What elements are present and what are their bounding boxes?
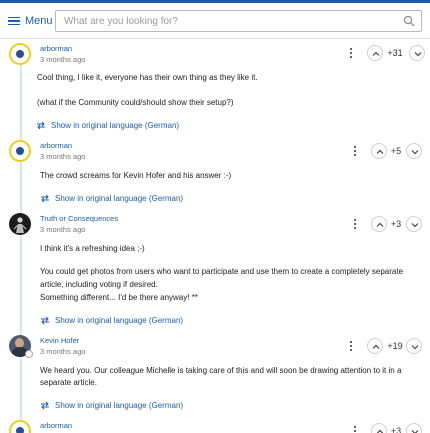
translate-swap-icon: [37, 121, 45, 130]
comment-author[interactable]: Kevin Hofer: [40, 336, 79, 345]
chevron-up-icon: [372, 51, 380, 56]
more-options-icon[interactable]: [350, 144, 360, 158]
show-original-label: Show in original language (German): [55, 194, 184, 203]
comment-text: We heard you. Our colleague Michelle is …: [40, 366, 402, 375]
show-original-link[interactable]: Show in original language (German): [40, 316, 183, 325]
comment-time: 3 months ago: [40, 347, 86, 356]
more-options-icon[interactable]: [350, 217, 360, 231]
downvote-button[interactable]: [406, 143, 422, 159]
downvote-button[interactable]: [406, 423, 422, 433]
chevron-down-icon: [411, 345, 419, 350]
avatar[interactable]: [9, 140, 31, 162]
vote-score: +19: [387, 341, 403, 351]
chevron-down-icon: [411, 150, 419, 155]
comment-time: 3 months ago: [40, 225, 86, 234]
comment-author[interactable]: arborman: [40, 44, 72, 53]
show-original-link[interactable]: Show in original language (German): [40, 401, 183, 410]
chevron-up-icon: [372, 344, 380, 349]
search-icon[interactable]: [403, 15, 415, 27]
comment-author[interactable]: arborman: [40, 141, 72, 150]
comment-text: Something different... I'd be there anyw…: [40, 293, 198, 302]
show-original-label: Show in original language (German): [51, 121, 180, 130]
show-original-link[interactable]: Show in original language (German): [36, 121, 179, 130]
chevron-down-icon: [411, 430, 419, 433]
header-bar: Menu: [0, 3, 430, 39]
more-options-icon[interactable]: [346, 46, 356, 60]
comment-time: 3 months ago: [40, 152, 86, 161]
comment-text: article, including voting if desired.: [40, 280, 158, 289]
downvote-button[interactable]: [406, 338, 422, 354]
show-original-label: Show in original language (German): [55, 316, 184, 325]
search-input[interactable]: [56, 11, 386, 32]
upvote-button[interactable]: [367, 338, 383, 354]
show-original-link[interactable]: Show in original language (German): [40, 194, 183, 203]
menu-label: Menu: [25, 15, 53, 27]
comment-text: (what if the Community could/should show…: [37, 98, 234, 107]
upvote-button[interactable]: [367, 45, 383, 61]
comment-text: Cool thing, I like it, everyone has thei…: [37, 73, 258, 82]
hamburger-icon: [8, 16, 20, 26]
downvote-button[interactable]: [406, 216, 422, 232]
comment-text: The crowd screams for Kevin Hofer and hi…: [40, 171, 232, 180]
comment-text: I think it's a refreshing idea ;-): [40, 244, 145, 253]
more-options-icon[interactable]: [346, 339, 356, 353]
translate-swap-icon: [41, 194, 49, 203]
comment-time: 3 months ago: [40, 55, 86, 64]
downvote-button[interactable]: [409, 45, 425, 61]
show-original-label: Show in original language (German): [55, 401, 184, 410]
user-figure-icon: [13, 217, 27, 233]
translate-swap-icon: [41, 316, 49, 325]
search-box[interactable]: [55, 10, 422, 32]
translate-swap-icon: [41, 401, 49, 410]
vote-score: +31: [387, 48, 403, 58]
comment-author[interactable]: arborman: [40, 421, 72, 430]
avatar[interactable]: [9, 420, 31, 433]
staff-badge-icon: [25, 350, 33, 358]
comment-author[interactable]: Truth or Consequences: [40, 214, 118, 223]
avatar[interactable]: [9, 213, 31, 235]
thread-line: [20, 60, 22, 433]
chevron-down-icon: [411, 223, 419, 228]
comment-text: separate article.: [40, 378, 97, 387]
avatar[interactable]: [9, 43, 31, 65]
more-options-icon[interactable]: [350, 424, 360, 433]
comment-text: You could get photos from users who want…: [40, 267, 404, 276]
menu-button[interactable]: Menu: [8, 13, 53, 29]
chevron-down-icon: [414, 52, 422, 57]
